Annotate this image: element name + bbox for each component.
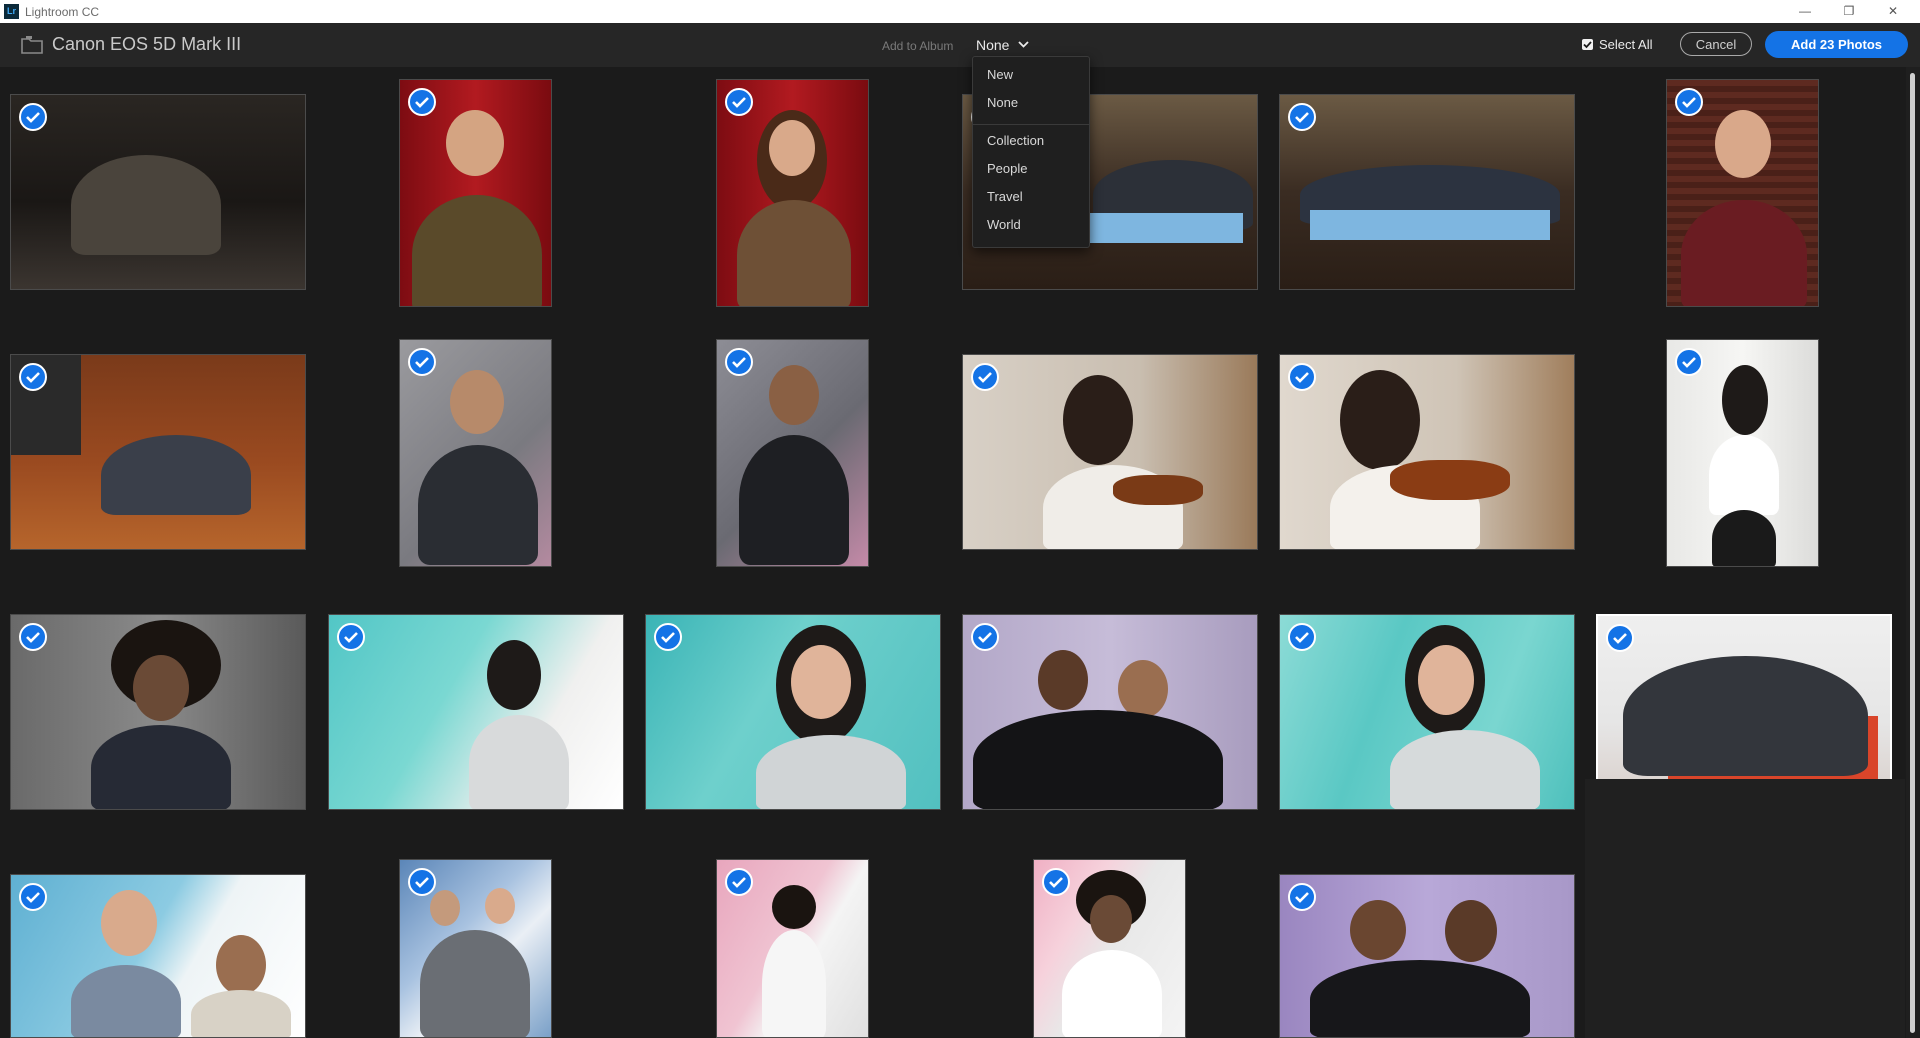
selected-check-icon[interactable] (971, 363, 999, 391)
selected-check-icon[interactable] (19, 883, 47, 911)
select-all-toggle[interactable]: Select All (1582, 37, 1652, 52)
selected-check-icon[interactable] (725, 348, 753, 376)
scrollbar-thumb[interactable] (1910, 73, 1915, 1033)
select-all-checkbox[interactable] (1582, 39, 1593, 50)
selected-check-icon[interactable] (1288, 363, 1316, 391)
selected-check-icon[interactable] (971, 623, 999, 651)
lightroom-logo-icon: Lr (4, 4, 19, 19)
photo-woman-teal-2[interactable] (645, 614, 941, 810)
selected-check-icon[interactable] (408, 348, 436, 376)
dropdown-item-new[interactable]: New (987, 67, 1013, 82)
photo-woman-white-wall[interactable] (1666, 339, 1819, 567)
photo-man-wood-wall[interactable] (1666, 79, 1819, 307)
cancel-button[interactable]: Cancel (1680, 32, 1752, 56)
dropdown-item-people[interactable]: People (987, 161, 1027, 176)
selected-check-icon[interactable] (19, 103, 47, 131)
photo-man-hat-graffiti[interactable] (716, 339, 869, 567)
photo-two-men-purple[interactable] (962, 614, 1258, 810)
selected-check-icon[interactable] (725, 88, 753, 116)
selected-check-icon[interactable] (1675, 348, 1703, 376)
add-to-album-label: Add to Album (882, 39, 954, 53)
selected-check-icon[interactable] (337, 623, 365, 651)
selected-check-icon[interactable] (19, 623, 47, 651)
dropdown-item-collection[interactable]: Collection (987, 133, 1044, 148)
select-all-label: Select All (1599, 37, 1653, 52)
dropdown-item-none[interactable]: None (987, 95, 1018, 110)
close-button[interactable]: ✕ (1871, 0, 1915, 22)
selected-check-icon[interactable] (1042, 868, 1070, 896)
photo-two-men-purple-2[interactable] (1279, 874, 1575, 1038)
grid-empty-area (1585, 779, 1905, 1038)
photo-woman-teal-3[interactable] (1279, 614, 1575, 810)
selected-check-icon[interactable] (1675, 88, 1703, 116)
dropdown-item-travel[interactable]: Travel (987, 189, 1023, 204)
selected-check-icon[interactable] (19, 363, 47, 391)
selected-check-icon[interactable] (1288, 623, 1316, 651)
photo-man-hat-red-curtain[interactable] (399, 79, 552, 307)
photo-two-men-geometric[interactable] (399, 859, 552, 1038)
album-select[interactable]: None (976, 34, 1030, 56)
photo-woman-teal-1[interactable] (328, 614, 624, 810)
album-select-value: None (976, 37, 1010, 53)
dropdown-item-world[interactable]: World (987, 217, 1021, 232)
selected-check-icon[interactable] (1288, 883, 1316, 911)
selected-check-icon[interactable] (1288, 103, 1316, 131)
dropdown-separator (973, 124, 1089, 125)
selected-check-icon[interactable] (408, 868, 436, 896)
device-title: Canon EOS 5D Mark III (52, 34, 242, 54)
grid-scrollbar[interactable] (1906, 67, 1920, 1038)
photo-violinist-2[interactable] (1279, 354, 1575, 550)
add-photos-button[interactable]: Add 23 Photos (1765, 31, 1908, 58)
selected-check-icon[interactable] (654, 623, 682, 651)
window-title: Lightroom CC (25, 5, 100, 19)
selected-check-icon[interactable] (725, 868, 753, 896)
photo-group-night-street[interactable] (10, 94, 306, 290)
restore-button[interactable]: ❐ (1827, 0, 1871, 22)
photo-woman-red-curtain[interactable] (716, 79, 869, 307)
selected-check-icon[interactable] (1606, 624, 1634, 652)
camera-folder-icon (20, 33, 44, 57)
photo-band-diner-2[interactable] (1279, 94, 1575, 290)
photo-man-afro-white[interactable] (1033, 859, 1186, 1038)
photo-man-afro-laughing[interactable] (10, 614, 306, 810)
minimize-button[interactable]: — (1783, 0, 1827, 22)
photo-man-cap-graffiti[interactable] (399, 339, 552, 567)
selected-check-icon[interactable] (408, 88, 436, 116)
import-header: Canon EOS 5D Mark III Add to Album None … (0, 23, 1920, 67)
photo-violinist-1[interactable] (962, 354, 1258, 550)
window-title-bar: Lr Lightroom CC — ❐ ✕ (0, 0, 1920, 24)
album-dropdown-menu: New None Collection People Travel World (972, 56, 1090, 248)
photo-dancer-pink[interactable] (716, 859, 869, 1038)
photo-two-men-blue[interactable] (10, 874, 306, 1038)
photo-two-men-studio[interactable] (10, 354, 306, 550)
